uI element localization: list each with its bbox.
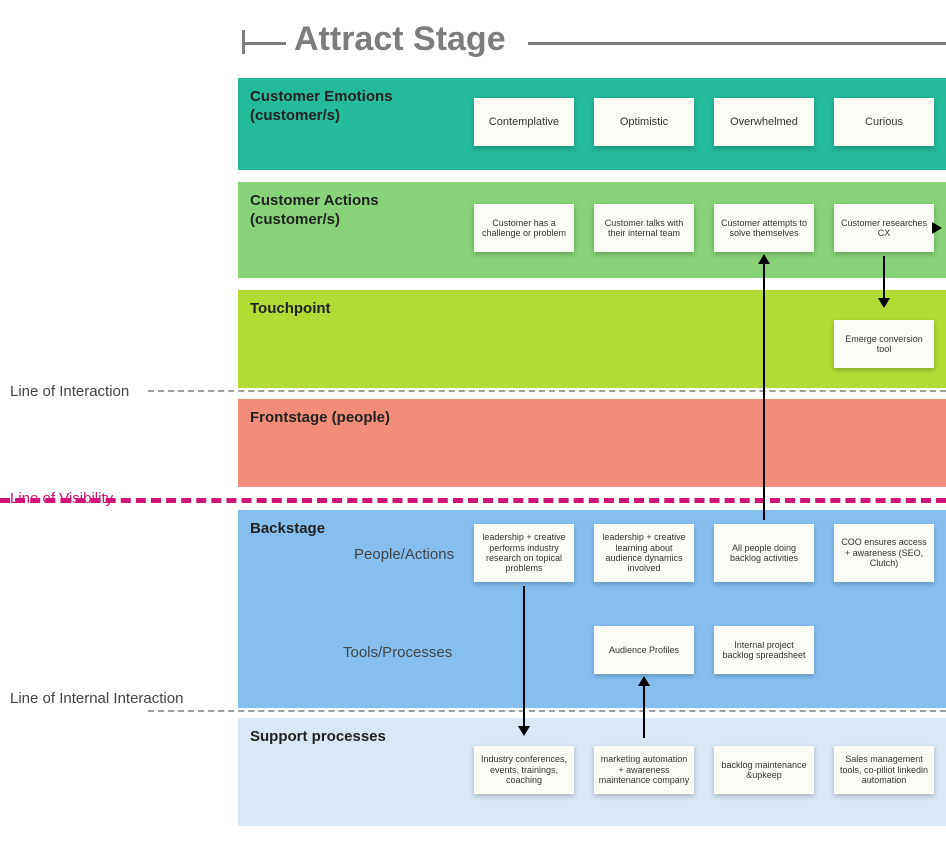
- sticky-backstage-tool: Internal project backlog spreadsheet: [714, 626, 814, 674]
- sticky-backstage-people: COO ensures access + awareness (SEO, Clu…: [834, 524, 934, 582]
- sticky-action: Customer talks with their internal team: [594, 204, 694, 252]
- sticky-backstage-people: All people doing backlog activities: [714, 524, 814, 582]
- stage-title: Attract Stage: [294, 20, 506, 59]
- row-customer-actions: Customer Actions (customer/s) Customer h…: [238, 182, 946, 278]
- row-label-actions: Customer Actions (customer/s): [250, 182, 450, 230]
- row-customer-emotions: Customer Emotions (customer/s) Contempla…: [238, 78, 946, 170]
- sticky-backstage-people: leadership + creative learning about aud…: [594, 524, 694, 582]
- line-of-internal-interaction-label: Line of Internal Interaction: [10, 690, 183, 709]
- row-backstage: Backstage People/Actions Tools/Processes…: [238, 510, 946, 708]
- diagram-main: Attract Stage Customer Emotions (custome…: [238, 0, 946, 847]
- sticky-support: Sales management tools, co-piliot linked…: [834, 746, 934, 794]
- sticky-emotion: Overwhelmed: [714, 98, 814, 146]
- arrow-icon: [523, 586, 525, 734]
- sticky-support: marketing automation + awareness mainten…: [594, 746, 694, 794]
- arrow-icon: [883, 256, 885, 306]
- row-frontstage: Frontstage (people): [238, 399, 946, 487]
- sticky-emotion: Curious: [834, 98, 934, 146]
- sticky-emotion: Contemplative: [474, 98, 574, 146]
- row-label-emotions: Customer Emotions (customer/s): [250, 78, 450, 126]
- sticky-support: Industry conferences, events, trainings,…: [474, 746, 574, 794]
- stage-bracket-icon: [242, 42, 286, 45]
- row-support-processes: Support processes Industry conferences, …: [238, 718, 946, 826]
- row-label-backstage: Backstage: [250, 510, 450, 539]
- arrow-icon: [643, 678, 645, 738]
- arrow-icon: [938, 227, 940, 229]
- stage-header-rule: [528, 42, 946, 45]
- sticky-emotion: Optimistic: [594, 98, 694, 146]
- row-label-frontstage: Frontstage (people): [250, 399, 450, 428]
- sticky-action: Customer researches CX: [834, 204, 934, 252]
- stage-header: Attract Stage: [238, 16, 946, 66]
- sublabel-tools-processes: Tools/Processes: [343, 644, 452, 661]
- line-of-interaction-label: Line of Interaction: [10, 383, 129, 402]
- arrow-icon: [763, 256, 765, 520]
- sublabel-people-actions: People/Actions: [354, 546, 454, 563]
- row-touchpoint: Touchpoint Emerge conversion tool: [238, 290, 946, 388]
- sticky-backstage-tool: Audience Profiles: [594, 626, 694, 674]
- sticky-backstage-people: leadership + creative performs industry …: [474, 524, 574, 582]
- row-label-support: Support processes: [250, 718, 450, 747]
- sticky-support: backlog maintenance &upkeep: [714, 746, 814, 794]
- sticky-touchpoint: Emerge conversion tool: [834, 320, 934, 368]
- row-label-touchpoint: Touchpoint: [250, 290, 450, 319]
- sticky-action: Customer has a challenge or problem: [474, 204, 574, 252]
- sticky-action: Customer attempts to solve themselves: [714, 204, 814, 252]
